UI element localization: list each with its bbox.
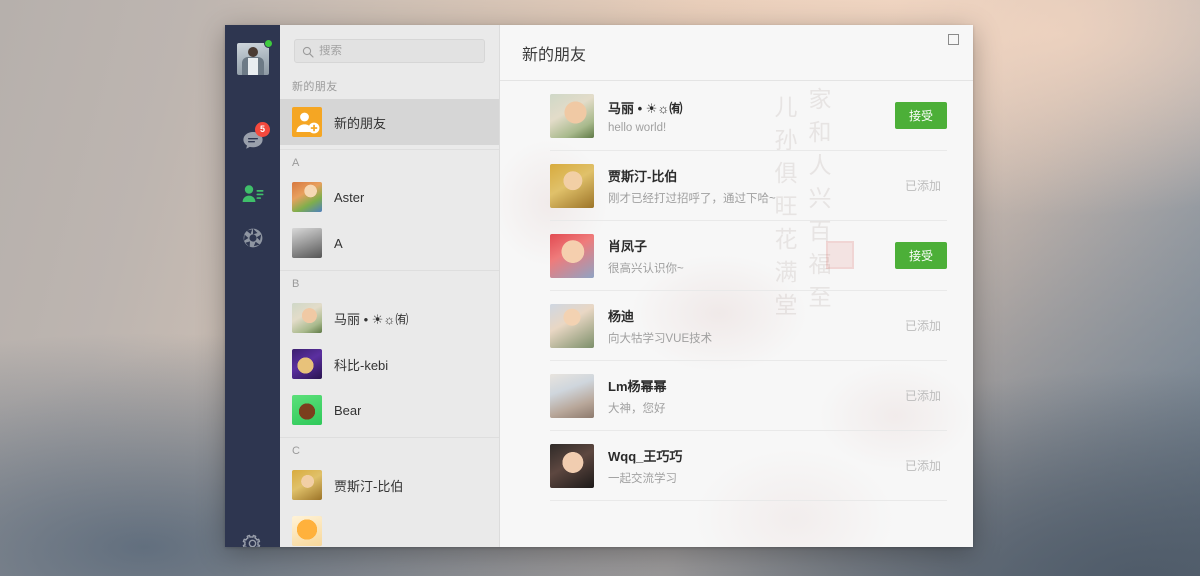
added-status-label: 已添加 <box>904 389 941 403</box>
request-avatar <box>550 233 594 278</box>
request-name: Wqq_王巧巧 <box>608 448 683 464</box>
contact-list-scroll[interactable]: 新的朋友 新的朋友 A Aster A B 马丽 • ☀☼㈲ 科比-kebi Bear C 贾斯汀-… <box>280 71 499 547</box>
search-box[interactable] <box>294 39 485 63</box>
request-name: 马丽 • ☀☼㈲ <box>608 100 683 116</box>
request-avatar <box>550 303 594 348</box>
contact-list-item[interactable]: 新的朋友 <box>280 99 499 145</box>
contact-avatar <box>292 228 322 258</box>
contact-group-label: 新的朋友 <box>292 81 338 93</box>
request-avatar <box>550 163 594 208</box>
contact-list-item[interactable]: A <box>280 220 499 266</box>
contact-name: Aster <box>334 189 365 205</box>
request-name: Lm杨幂幂 <box>608 378 667 394</box>
request-text: 贾斯汀-比伯刚才已经打过招呼了，通过下哈~ <box>608 166 905 206</box>
friend-request-row[interactable]: Lm杨幂幂 大神，您好 已添加 <box>550 361 947 431</box>
added-status-label: 已添加 <box>904 179 941 193</box>
request-message: 大神，您好 <box>608 402 666 415</box>
friend-request-row[interactable]: Wqq_王巧巧 一起交流学习 已添加 <box>550 431 947 501</box>
request-message: 向大牯学习VUE技术 <box>608 332 713 345</box>
search-icon <box>302 45 314 63</box>
contact-name: Bear <box>334 402 362 418</box>
contacts-icon <box>241 184 265 204</box>
nav-rail: 5 <box>225 25 280 547</box>
contact-list-item[interactable]: 贾斯汀-比伯 <box>280 462 499 508</box>
accept-button[interactable]: 接受 <box>894 102 947 129</box>
request-text: Wqq_王巧巧 一起交流学习 <box>608 446 905 486</box>
sidebar-item-discover[interactable] <box>225 217 280 259</box>
main-header: 新的朋友 <box>500 25 973 81</box>
chat-unread-badge: 5 <box>255 122 270 137</box>
contact-name: 科比-kebi <box>334 357 389 373</box>
desktop-background: 5 搜索 新的朋友 新的朋友 A Aster A B 马丽 • ☀☼㈲ 科比-k… <box>0 0 1200 576</box>
contact-list-item[interactable]: Aster <box>280 174 499 220</box>
contact-avatar <box>292 303 322 333</box>
request-text: 肖凤子很高兴认识你~ <box>608 236 895 276</box>
request-avatar <box>550 443 594 488</box>
request-message: 刚才已经打过招呼了，通过下哈~ <box>608 192 776 205</box>
sidebar-item-contacts[interactable] <box>225 173 280 215</box>
request-avatar <box>550 93 594 138</box>
contact-avatar <box>292 349 322 379</box>
new-friend-icon <box>292 107 322 137</box>
contact-list-item[interactable]: 马丽 • ☀☼㈲ <box>280 295 499 341</box>
request-name: 杨迪 <box>608 308 635 324</box>
request-message: 一起交流学习 <box>608 472 677 485</box>
accept-button[interactable]: 接受 <box>894 242 947 269</box>
search-area <box>280 25 499 71</box>
contact-group-label: A <box>292 157 300 169</box>
contact-list-pane: 新的朋友新的朋友AAsterAB马丽 • ☀☼㈲科比-kebiBearC贾斯汀-… <box>280 25 500 547</box>
friend-request-row[interactable]: 肖凤子 很高兴认识你~ 接受 <box>550 221 947 291</box>
contact-name: 马丽 • ☀☼㈲ <box>334 311 409 327</box>
contact-list-item[interactable]: Bear <box>280 387 499 433</box>
added-status-label: 已添加 <box>904 459 941 473</box>
main-pane: 儿孙俱旺花满堂 家和人兴百福至 新的朋友 马丽 • ☀☼㈲ hello world… <box>500 25 973 547</box>
wechat-window: 5 搜索 新的朋友 新的朋友 A Aster A B 马丽 • ☀☼㈲ 科比-k… <box>225 25 973 547</box>
request-name: 肖凤子 <box>608 238 648 254</box>
contact-group-label: C <box>292 445 301 457</box>
request-text: Lm杨幂幂大神，您好 <box>608 376 905 416</box>
search-input[interactable] <box>319 45 484 57</box>
maximize-square-icon[interactable] <box>948 34 959 45</box>
window-controls <box>948 34 959 45</box>
request-message: hello world! <box>608 121 667 134</box>
friend-request-row[interactable]: 贾斯汀-比伯 刚才已经打过招呼了，通过下哈~ 已添加 <box>550 151 947 221</box>
contact-avatar <box>292 470 322 500</box>
contact-name: A <box>334 235 343 251</box>
contact-list-item[interactable] <box>280 508 499 547</box>
contact-avatar <box>292 516 322 546</box>
sidebar-item-settings[interactable] <box>225 522 280 547</box>
page-title: 新的朋友 <box>522 46 587 64</box>
avatar[interactable] <box>237 43 269 75</box>
request-text: 杨迪向大牯学习VUE技术 <box>608 306 905 346</box>
friend-request-list: 马丽 • ☀☼㈲ hello world! 接受 贾斯汀-比伯 刚才已经打过招呼了，通过… <box>500 81 973 501</box>
request-message: 很高兴认识你~ <box>608 262 684 275</box>
online-status-dot <box>264 39 273 48</box>
gear-icon <box>242 533 263 547</box>
request-text: 马丽 • ☀☼㈲ hello world! <box>608 98 895 134</box>
contact-list-item[interactable]: 科比-kebi <box>280 341 499 387</box>
discover-aperture-icon <box>242 227 264 249</box>
contact-group-label: B <box>292 278 300 290</box>
request-avatar <box>550 373 594 418</box>
contact-name: 贾斯汀-比伯 <box>334 478 404 494</box>
added-status-label: 已添加 <box>904 319 941 333</box>
friend-request-row[interactable]: 杨迪 向大牯学习VUE技术 已添加 <box>550 291 947 361</box>
request-name: 贾斯汀-比伯 <box>608 168 678 184</box>
contact-name: 新的朋友 <box>334 115 387 131</box>
contact-avatar <box>292 395 322 425</box>
contact-avatar <box>292 182 322 212</box>
friend-request-row[interactable]: 马丽 • ☀☼㈲ hello world! 接受 <box>550 81 947 151</box>
sidebar-item-chat[interactable]: 5 <box>225 120 280 162</box>
